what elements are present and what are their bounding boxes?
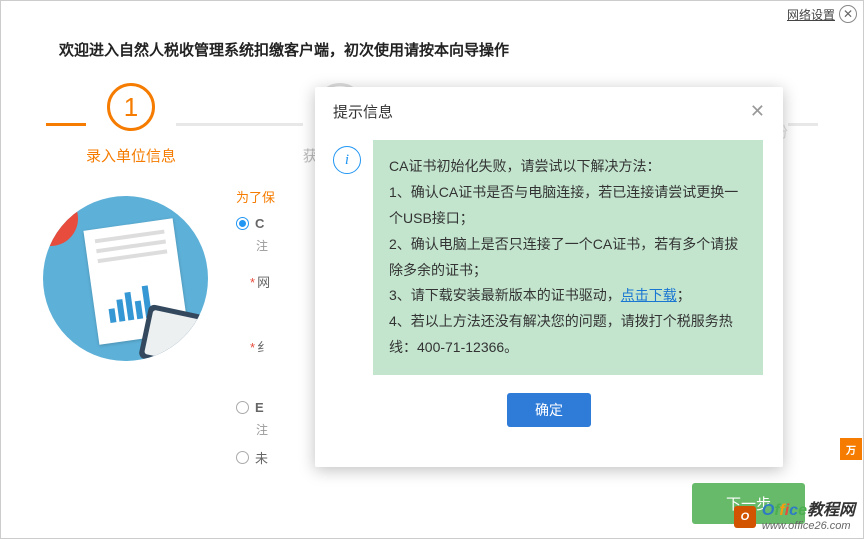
step-number: 1	[107, 83, 155, 131]
msg-line: 1、确认CA证书是否与电脑连接，若已连接请尝试更换一个USB接口；	[389, 180, 747, 232]
msg-line: 2、确认电脑上是否只连接了一个CA证书，若有多个请拔除多余的证书；	[389, 232, 747, 284]
step-line	[788, 123, 818, 126]
step-line	[176, 123, 303, 126]
network-settings-link[interactable]: 网络设置	[787, 6, 835, 23]
info-icon: i	[333, 146, 361, 174]
radio-icon	[236, 451, 249, 464]
option-label: C	[255, 216, 264, 231]
illustration	[43, 196, 208, 361]
option-label: E	[255, 400, 264, 415]
welcome-heading: 欢迎进入自然人税收管理系统扣缴客户端，初次使用请按本向导操作	[59, 39, 509, 60]
watermark-url: www.office26.com	[762, 520, 855, 532]
logo-icon: O	[734, 506, 756, 528]
close-icon[interactable]: ✕	[839, 5, 857, 23]
msg-line: 3、请下载安装最新版本的证书驱动，点击下载；	[389, 283, 747, 309]
alert-modal: 提示信息 ✕ i CA证书初始化失败，请尝试以下解决方法： 1、确认CA证书是否…	[315, 87, 783, 467]
watermark-title: Office教程网	[762, 502, 855, 520]
step-label: 录入单位信息	[86, 145, 176, 166]
modal-title: 提示信息	[333, 101, 393, 122]
watermark: O Office教程网 www.office26.com	[734, 502, 855, 532]
step-1[interactable]: 1 录入单位信息	[86, 83, 176, 166]
ok-button[interactable]: 确定	[507, 393, 591, 427]
close-icon[interactable]: ✕	[750, 101, 765, 122]
message-box: CA证书初始化失败，请尝试以下解决方法： 1、确认CA证书是否与电脑连接，若已连…	[373, 140, 763, 375]
msg-line: CA证书初始化失败，请尝试以下解决方法：	[389, 154, 747, 180]
radio-icon	[236, 401, 249, 414]
wps-badge-icon[interactable]: 万	[840, 438, 862, 460]
download-link[interactable]: 点击下载	[621, 287, 677, 303]
msg-line: 4、若以上方法还没有解决您的问题，请拨打个税服务热线：400-71-12366。	[389, 309, 747, 361]
option-label: 未	[255, 448, 268, 467]
step-line	[46, 123, 86, 126]
radio-icon	[236, 217, 249, 230]
